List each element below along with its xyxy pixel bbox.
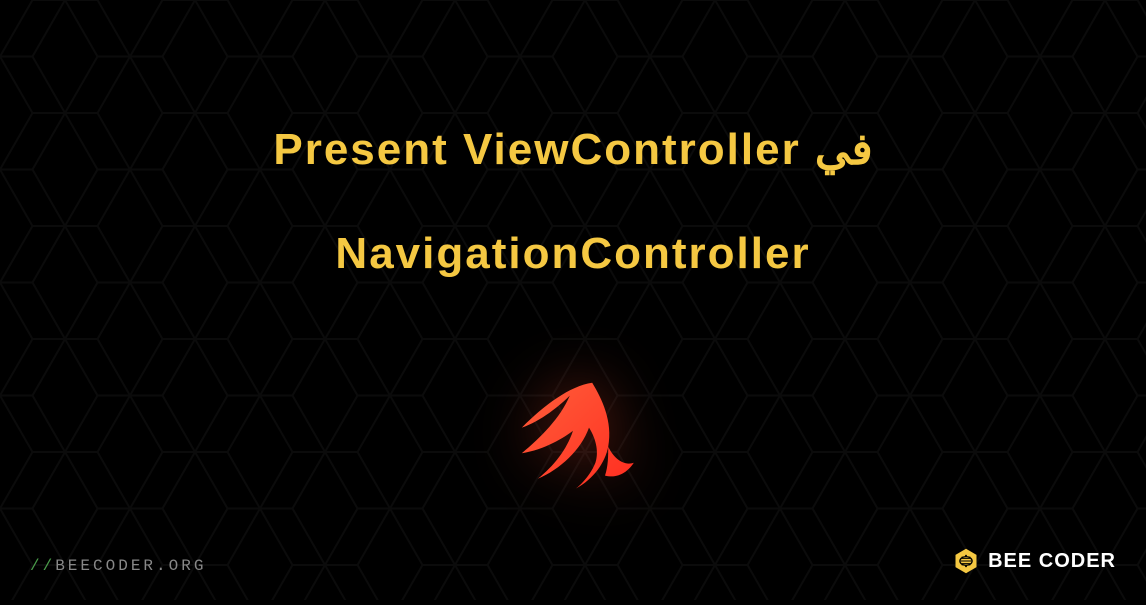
swift-logo-icon: [493, 370, 653, 530]
main-title: Present ViewController في NavigationCont…: [0, 110, 1146, 293]
logo-text-bold: BEE: [988, 550, 1032, 572]
bee-coder-logo: BEE CODER: [952, 547, 1116, 575]
logo-text-light: CODER: [1032, 550, 1116, 572]
title-line-2: NavigationController: [0, 214, 1146, 293]
url-domain: BEECODER.ORG: [55, 557, 206, 575]
bee-coder-text: BEE CODER: [988, 550, 1116, 573]
title-line-1: Present ViewController في: [0, 110, 1146, 189]
footer-url: //BEECODER.ORG: [30, 557, 206, 575]
bee-hexagon-icon: [952, 547, 980, 575]
url-prefix: //: [30, 557, 55, 575]
